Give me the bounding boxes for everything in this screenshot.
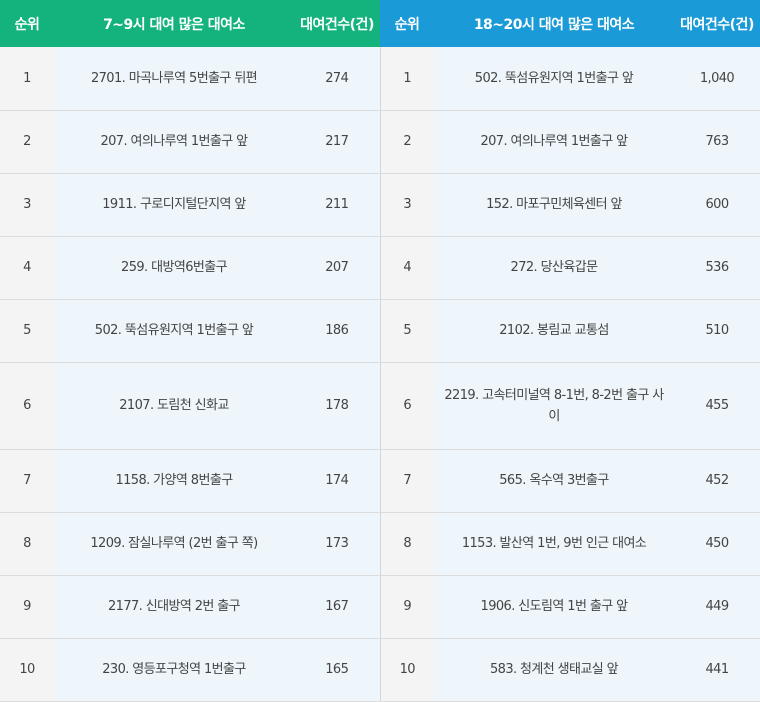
rank-evening-cell: 3 bbox=[380, 173, 434, 237]
header-count-morning: 대여건수(건) bbox=[294, 0, 380, 47]
rank-evening-cell: 4 bbox=[380, 236, 434, 300]
station-morning-cell: 2107. 도림천 신화교 bbox=[54, 362, 294, 450]
table-row: 9 2177. 신대방역 2번 출구 167 9 1906. 신도림역 1번 출구 앞4… bbox=[0, 575, 760, 639]
rank-morning-cell: 8 bbox=[0, 512, 54, 576]
rank-evening-cell: 2 bbox=[380, 110, 434, 174]
count-morning-cell: 165 bbox=[294, 638, 381, 702]
station-morning-cell: 1209. 잠실나루역 (2번 출구 쪽) bbox=[54, 512, 294, 576]
station-morning-cell: 2701. 마곡나루역 5번출구 뒤편 bbox=[54, 47, 294, 111]
station-morning-cell: 502. 뚝섬유원지역 1번출구 앞 bbox=[54, 299, 294, 363]
count-morning-cell: 274 bbox=[294, 47, 381, 111]
count-evening-cell: 452 bbox=[674, 449, 760, 513]
table-row: 4 259. 대방역6번출구 207 4 272. 당산육갑문 536 bbox=[0, 236, 760, 300]
rank-morning-cell: 9 bbox=[0, 575, 54, 639]
count-evening-cell: 449 bbox=[674, 575, 760, 639]
count-evening-cell: 536 bbox=[674, 236, 760, 300]
table-row: 1 2701. 마곡나루역 5번출구 뒤편 274 1 502. 뚝섬유원지역 1번출구… bbox=[0, 47, 760, 111]
station-evening-cell: 2102. 봉림교 교통섬 bbox=[434, 299, 674, 363]
table-row: 7 1158. 가양역 8번출구 174 7 565. 옥수역 3번출구 452 bbox=[0, 449, 760, 513]
count-morning-cell: 173 bbox=[294, 512, 381, 576]
station-evening-cell: 583. 청계천 생태교실 앞 bbox=[434, 638, 674, 702]
station-evening-cell: 2219. 고속터미널역 8-1번, 8-2번 출구 사이 bbox=[434, 362, 674, 450]
rank-morning-cell: 1 bbox=[0, 47, 54, 111]
rank-morning-cell: 4 bbox=[0, 236, 54, 300]
count-evening-cell: 450 bbox=[674, 512, 760, 576]
station-morning-cell: 259. 대방역6번출구 bbox=[54, 236, 294, 300]
station-evening-cell: 1906. 신도림역 1번 출구 앞 bbox=[434, 575, 674, 639]
rank-evening-cell: 6 bbox=[380, 362, 434, 450]
table-row: 3 1911. 구로디지털단지역 앞 211 3 152. 마포구민체육센터 앞 600 bbox=[0, 173, 760, 237]
rank-evening-cell: 5 bbox=[380, 299, 434, 363]
rank-evening-cell: 1 bbox=[380, 47, 434, 111]
station-evening-cell: 565. 옥수역 3번출구 bbox=[434, 449, 674, 513]
rank-morning-cell: 3 bbox=[0, 173, 54, 237]
table-row: 2 207. 여의나루역 1번출구 앞 217 2 207. 여의나루역 1번출구 앞7… bbox=[0, 110, 760, 174]
count-evening-cell: 455 bbox=[674, 362, 760, 450]
station-evening-cell: 272. 당산육갑문 bbox=[434, 236, 674, 300]
table-row: 5 502. 뚝섬유원지역 1번출구 앞 186 5 2102. 봉림교 교통섬 510 bbox=[0, 299, 760, 363]
count-evening-cell: 600 bbox=[674, 173, 760, 237]
header-station-morning: 7~9시 대여 많은 대여소 bbox=[54, 0, 294, 47]
station-morning-cell: 207. 여의나루역 1번출구 앞 bbox=[54, 110, 294, 174]
station-evening-cell: 152. 마포구민체육센터 앞 bbox=[434, 173, 674, 237]
count-morning-cell: 211 bbox=[294, 173, 381, 237]
header-count-evening: 대여건수(건) bbox=[674, 0, 760, 47]
table-header: 순위 7~9시 대여 많은 대여소 대여건수(건) 순위 18~20시 대여 많… bbox=[0, 0, 760, 47]
rank-morning-cell: 6 bbox=[0, 362, 54, 450]
count-morning-cell: 167 bbox=[294, 575, 381, 639]
table-row: 6 2107. 도림천 신화교 178 6 2219. 고속터미널역 8-1번, 8-2… bbox=[0, 362, 760, 450]
station-morning-cell: 1911. 구로디지털단지역 앞 bbox=[54, 173, 294, 237]
station-evening-cell: 502. 뚝섬유원지역 1번출구 앞 bbox=[434, 47, 674, 111]
rank-morning-cell: 2 bbox=[0, 110, 54, 174]
rank-evening-cell: 10 bbox=[380, 638, 434, 702]
header-rank-evening: 순위 bbox=[380, 0, 434, 47]
count-morning-cell: 217 bbox=[294, 110, 381, 174]
rank-morning-cell: 5 bbox=[0, 299, 54, 363]
table-body: 1 2701. 마곡나루역 5번출구 뒤편 274 1 502. 뚝섬유원지역 1번출구… bbox=[0, 47, 760, 702]
count-morning-cell: 207 bbox=[294, 236, 381, 300]
station-morning-cell: 1158. 가양역 8번출구 bbox=[54, 449, 294, 513]
count-evening-cell: 1,040 bbox=[674, 47, 760, 111]
header-station-evening: 18~20시 대여 많은 대여소 bbox=[434, 0, 674, 47]
station-morning-cell: 2177. 신대방역 2번 출구 bbox=[54, 575, 294, 639]
count-morning-cell: 178 bbox=[294, 362, 381, 450]
header-rank-morning: 순위 bbox=[0, 0, 54, 47]
station-morning-cell: 230. 영등포구청역 1번출구 bbox=[54, 638, 294, 702]
count-evening-cell: 510 bbox=[674, 299, 760, 363]
rank-morning-cell: 10 bbox=[0, 638, 54, 702]
rental-ranking-table: 순위 7~9시 대여 많은 대여소 대여건수(건) 순위 18~20시 대여 많… bbox=[0, 0, 760, 702]
count-evening-cell: 441 bbox=[674, 638, 760, 702]
station-evening-cell: 1153. 발산역 1번, 9번 인근 대여소 bbox=[434, 512, 674, 576]
rank-evening-cell: 7 bbox=[380, 449, 434, 513]
count-morning-cell: 174 bbox=[294, 449, 381, 513]
rank-morning-cell: 7 bbox=[0, 449, 54, 513]
count-morning-cell: 186 bbox=[294, 299, 381, 363]
count-evening-cell: 763 bbox=[674, 110, 760, 174]
table-row: 8 1209. 잠실나루역 (2번 출구 쪽) 173 8 1153. 발산역 1번, … bbox=[0, 512, 760, 576]
table-row: 10 230. 영등포구청역 1번출구 165 10 583. 청계천 생태교실 앞 44… bbox=[0, 638, 760, 702]
station-evening-cell: 207. 여의나루역 1번출구 앞 bbox=[434, 110, 674, 174]
rank-evening-cell: 8 bbox=[380, 512, 434, 576]
rank-evening-cell: 9 bbox=[380, 575, 434, 639]
